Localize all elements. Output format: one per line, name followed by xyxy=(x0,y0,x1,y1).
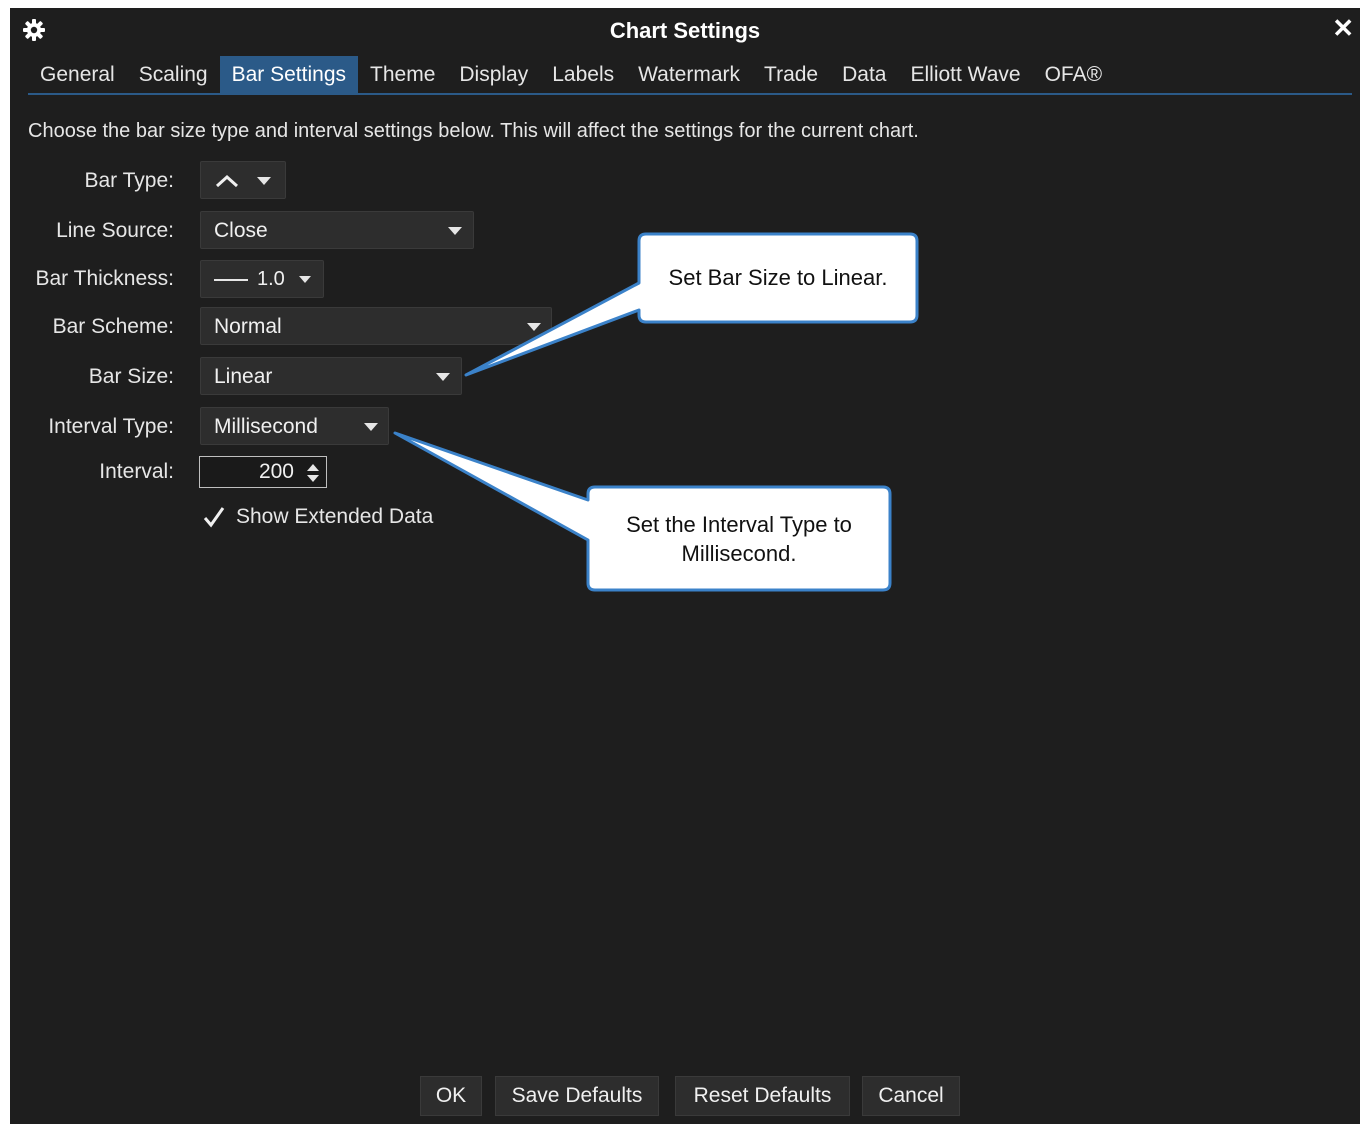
bar-size-callout-shape xyxy=(464,232,919,377)
interval-type-callout-line2: Millisecond. xyxy=(681,541,797,566)
bar-size-callout-text: Set Bar Size to Linear. xyxy=(668,265,888,290)
interval-type-callout-line1: Set the Interval Type to xyxy=(626,512,852,537)
